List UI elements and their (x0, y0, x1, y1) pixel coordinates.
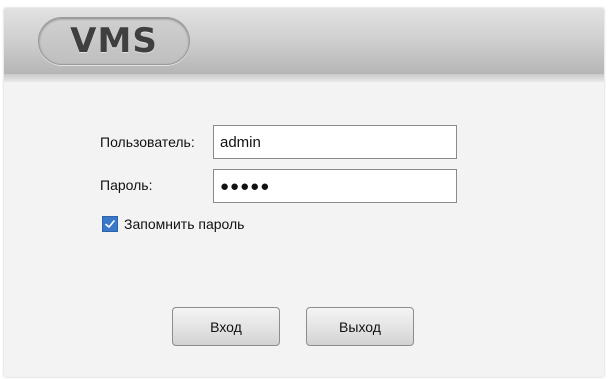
password-input[interactable] (213, 169, 457, 203)
login-window: VMS Пользователь: Пароль: Запомнить паро… (4, 8, 604, 377)
remember-password-label: Запомнить пароль (124, 216, 245, 232)
checkmark-icon[interactable] (102, 216, 118, 232)
login-button[interactable]: Вход (172, 307, 280, 346)
logo-text: VMS (70, 21, 158, 61)
exit-button[interactable]: Выход (306, 307, 414, 346)
username-label: Пользователь: (100, 134, 195, 150)
username-input[interactable] (213, 125, 457, 159)
password-label: Пароль: (100, 177, 153, 193)
header-divider (4, 74, 604, 82)
header-bar: VMS (4, 8, 604, 74)
vms-logo: VMS (38, 17, 190, 65)
remember-password-checkbox[interactable]: Запомнить пароль (102, 216, 244, 232)
